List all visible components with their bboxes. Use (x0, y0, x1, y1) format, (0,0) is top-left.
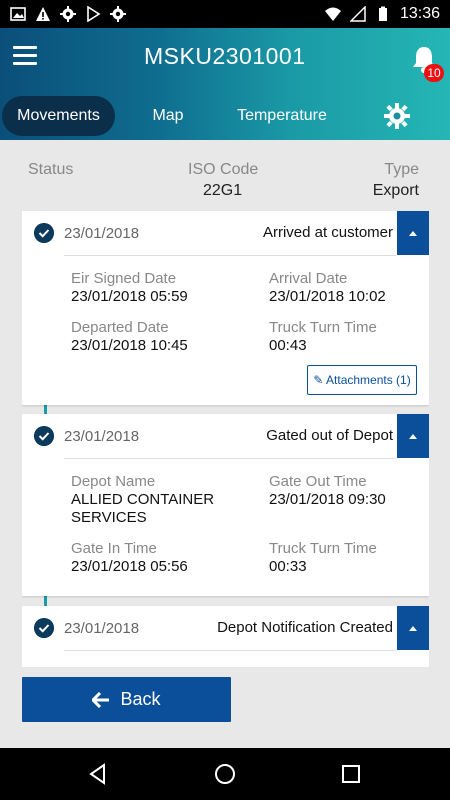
tab-bar: Movements Map Temperature (0, 96, 450, 136)
movement-date: 23/01/2018 (64, 620, 140, 637)
field-label: Eir Signed Date (71, 270, 177, 287)
field-value: 00:33 (269, 558, 307, 575)
movement-event: Gated out of Depot (266, 427, 393, 444)
collapse-button[interactable] (397, 211, 429, 255)
back-label: Back (120, 689, 161, 709)
movement-card: 23/01/2018 Gated out of Depot Depot Name… (22, 414, 429, 596)
card-header[interactable]: 23/01/2018 Depot Notification Created (22, 606, 429, 650)
movement-event: Depot Notification Created (217, 619, 393, 636)
movement-card: 23/01/2018 Depot Notification Created (22, 606, 429, 667)
status-label: Status (28, 161, 74, 178)
nav-back-icon[interactable] (86, 762, 110, 786)
notification-badge: 10 (424, 64, 444, 82)
check-circle-icon (34, 426, 54, 446)
field-label: Arrival Date (269, 270, 348, 287)
field-value: 23/01/2018 10:02 (269, 288, 386, 305)
field-label: Gate In Time (71, 540, 157, 557)
chevron-up-icon (409, 626, 417, 631)
divider (64, 255, 396, 256)
field-label: Truck Turn Time (269, 319, 377, 336)
field-label: Gate Out Time (269, 473, 367, 490)
divider (64, 650, 396, 651)
card-header[interactable]: 23/01/2018 Arrived at customer (22, 211, 429, 255)
collapse-button[interactable] (397, 414, 429, 458)
status-bar: 13:36 (0, 0, 450, 28)
check-circle-icon (34, 618, 54, 638)
chevron-up-icon (409, 434, 417, 439)
container-info: Status ISO Code 22G1 Type Export (0, 140, 450, 206)
type-label: Type (384, 161, 419, 178)
field-label: Truck Turn Time (269, 540, 377, 557)
gear-icon (110, 6, 126, 22)
movements-list[interactable]: 23/01/2018 Arrived at customer Eir Signe… (22, 211, 429, 667)
page-title: MSKU2301001 (144, 43, 306, 69)
movement-date: 23/01/2018 (64, 428, 140, 445)
play-store-icon (87, 6, 101, 22)
paperclip-icon: ✎ (313, 373, 324, 387)
field-value: 23/01/2018 05:59 (71, 288, 188, 305)
attachments-button[interactable]: ✎ Attachments (1) (307, 365, 417, 395)
card-header[interactable]: 23/01/2018 Gated out of Depot (22, 414, 429, 458)
type-value: Export (372, 182, 419, 199)
field-label: Depot Name (71, 473, 156, 490)
battery-icon (378, 6, 387, 21)
field-value: 23/01/2018 09:30 (269, 491, 386, 508)
tab-movements[interactable]: Movements (2, 96, 115, 136)
clock: 13:36 (399, 5, 440, 22)
tab-temperature[interactable]: Temperature (226, 96, 338, 136)
attachments-label: Attachments (1) (326, 373, 411, 387)
movement-event: Arrived at customer (262, 224, 393, 241)
divider (64, 458, 396, 459)
field-value: ALLIED CONTAINER SERVICES (71, 491, 215, 526)
iso-code-value: 22G1 (203, 182, 243, 199)
menu-icon[interactable] (13, 46, 37, 66)
check-circle-icon (34, 223, 54, 243)
gear-icon (60, 6, 76, 22)
nav-home-icon[interactable] (213, 762, 237, 786)
settings-gear-icon[interactable] (383, 102, 411, 130)
field-value: 23/01/2018 10:45 (71, 337, 188, 354)
collapse-button[interactable] (397, 606, 429, 650)
movement-date: 23/01/2018 (64, 225, 140, 242)
wifi-icon (324, 7, 341, 21)
nav-recents-icon[interactable] (339, 762, 363, 786)
system-nav-bar (0, 748, 450, 800)
signal-icon (349, 6, 366, 22)
field-value: 00:43 (269, 337, 307, 354)
back-button[interactable]: Back (22, 677, 231, 722)
chevron-up-icon (409, 231, 417, 236)
field-value: 23/01/2018 05:56 (71, 558, 188, 575)
iso-code-label: ISO Code (188, 161, 259, 178)
image-icon (10, 7, 26, 21)
movement-card: 23/01/2018 Arrived at customer Eir Signe… (22, 211, 429, 405)
arrow-left-icon (92, 691, 110, 708)
tab-map[interactable]: Map (140, 96, 196, 136)
field-label: Departed Date (71, 319, 169, 336)
warning-icon (36, 7, 50, 21)
app-header: MSKU2301001 10 Movements Map Temperature (0, 28, 450, 140)
